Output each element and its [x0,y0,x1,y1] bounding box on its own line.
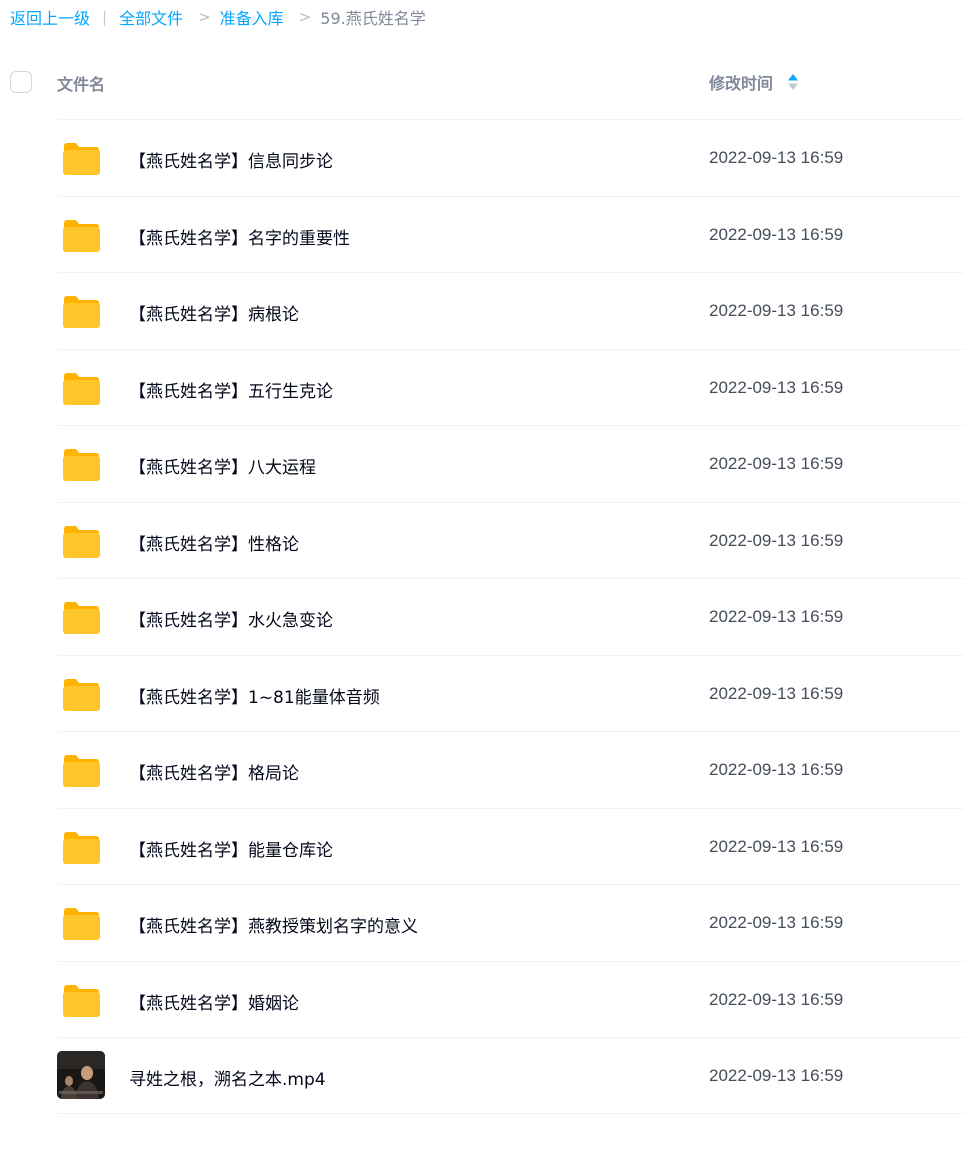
file-modified-time: 2022-09-13 16:59 [709,607,844,626]
breadcrumb-prepare[interactable]: 准备入库 [220,5,284,29]
list-item[interactable]: 【燕氏姓名学】名字的重要性 2022-09-13 16:59 [57,195,964,273]
file-modified-time: 2022-09-13 16:59 [709,836,844,856]
folder-icon [63,678,100,711]
folder-icon [63,755,100,787]
file-modified-time: 2022-09-13 16:59 [709,989,844,1009]
list-item[interactable]: 【燕氏姓名学】病根论 2022-09-13 16:59 [57,272,964,349]
select-all-checkbox[interactable] [10,71,32,93]
file-modified-time: 2022-09-13 16:59 [709,530,844,550]
list-item[interactable]: 【燕氏姓名学】婚姻论 2022-09-13 16:59 [57,960,964,1038]
list-item[interactable]: 【燕氏姓名学】性格论 2022-09-13 16:59 [57,501,964,579]
folder-icon [63,831,100,864]
column-header-modified-time[interactable]: 修改时间 [709,70,799,94]
file-modified-time: 2022-09-13 16:59 [709,454,844,473]
list-item[interactable]: 【燕氏姓名学】八大运程 2022-09-13 16:59 [57,425,964,502]
folder-icon [63,908,100,940]
file-modified-time: 2022-09-13 16:59 [709,301,844,320]
video-thumbnail [57,1051,105,1099]
list-item[interactable]: 【燕氏姓名学】燕教授策划名字的意义 2022-09-13 16:59 [57,884,964,961]
file-modified-time: 2022-09-13 16:59 [709,683,844,703]
file-name[interactable]: 【燕氏姓名学】五行生克论 [129,377,333,402]
file-list: 【燕氏姓名学】信息同步论 2022-09-13 16:59 【燕氏姓名学】名字的… [57,119,964,1114]
breadcrumb-arrow: > [198,8,211,26]
column-header-name[interactable]: 文件名 [57,71,105,95]
breadcrumb-all-files[interactable]: 全部文件 [119,5,183,29]
file-modified-time: 2022-09-13 16:59 [709,913,844,932]
file-name[interactable]: 【燕氏姓名学】名字的重要性 [129,224,350,249]
folder-icon [63,602,100,634]
column-header-time-label: 修改时间 [709,74,774,93]
file-name[interactable]: 【燕氏姓名学】格局论 [129,759,299,784]
file-name[interactable]: 【燕氏姓名学】性格论 [129,530,299,555]
folder-icon [63,449,100,481]
list-item[interactable]: 【燕氏姓名学】信息同步论 2022-09-13 16:59 [57,119,964,196]
file-name[interactable]: 【燕氏姓名学】1~81能量体音频 [129,683,380,708]
file-modified-time: 2022-09-13 16:59 [709,377,844,397]
file-name[interactable]: 【燕氏姓名学】能量仓库论 [129,836,333,861]
file-name[interactable]: 【燕氏姓名学】婚姻论 [129,989,299,1014]
breadcrumb: 返回上一级 | 全部文件 > 准备入库 > 59.燕氏姓名学 [10,5,426,29]
folder-icon [63,984,100,1017]
file-name[interactable]: 【燕氏姓名学】水火急变论 [129,606,333,631]
file-name[interactable]: 【燕氏姓名学】燕教授策划名字的意义 [129,912,418,937]
list-item[interactable]: 寻姓之根，溯名之本.mp4 2022-09-13 16:59 [57,1037,964,1114]
file-name[interactable]: 寻姓之根，溯名之本.mp4 [129,1065,326,1090]
sort-icon[interactable] [787,72,799,92]
file-modified-time: 2022-09-13 16:59 [709,1066,844,1085]
list-item[interactable]: 【燕氏姓名学】1~81能量体音频 2022-09-13 16:59 [57,654,964,732]
folder-icon [63,372,100,405]
file-modified-time: 2022-09-13 16:59 [709,148,844,167]
breadcrumb-divider: | [102,8,108,26]
list-item[interactable]: 【燕氏姓名学】格局论 2022-09-13 16:59 [57,731,964,808]
back-link[interactable]: 返回上一级 [10,5,90,29]
list-item[interactable]: 【燕氏姓名学】水火急变论 2022-09-13 16:59 [57,578,964,655]
folder-icon [63,296,100,328]
breadcrumb-arrow: > [298,8,312,26]
file-name[interactable]: 【燕氏姓名学】信息同步论 [129,147,333,172]
breadcrumb-current: 59.燕氏姓名学 [320,9,426,28]
list-item[interactable]: 【燕氏姓名学】五行生克论 2022-09-13 16:59 [57,348,964,426]
file-modified-time: 2022-09-13 16:59 [709,224,844,244]
list-item[interactable]: 【燕氏姓名学】能量仓库论 2022-09-13 16:59 [57,807,964,885]
folder-icon [63,219,100,252]
list-header: 文件名 修改时间 [0,46,964,119]
file-modified-time: 2022-09-13 16:59 [709,760,844,779]
file-name[interactable]: 【燕氏姓名学】八大运程 [129,453,316,478]
folder-icon [63,525,100,558]
folder-icon [63,143,100,175]
file-name[interactable]: 【燕氏姓名学】病根论 [129,300,299,325]
